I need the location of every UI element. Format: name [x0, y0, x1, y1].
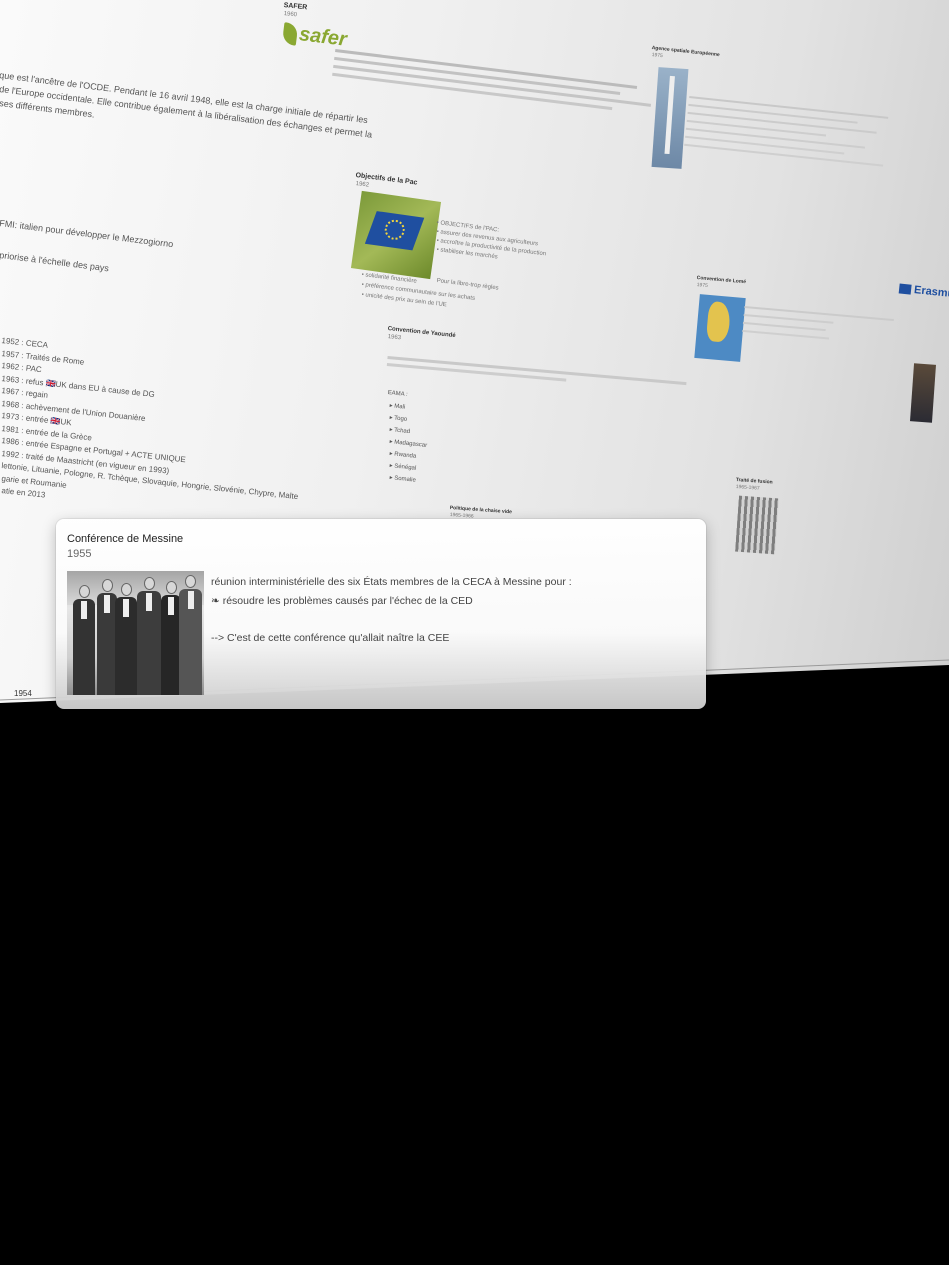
event-description: réunion interministérielle des six États…	[211, 573, 572, 648]
description-line: réunion interministérielle des six États…	[211, 576, 572, 588]
description-line	[211, 611, 572, 629]
event-year: 1955	[67, 548, 92, 560]
event-title: Conférence de Messine	[67, 533, 184, 545]
description-line: ❧ résoudre les problèmes causés par l'éc…	[211, 595, 473, 607]
event-photo[interactable]	[67, 571, 204, 695]
event-popup-card[interactable]: Conférence de Messine 1955 réunion inter…	[56, 519, 706, 709]
description-line: --> C'est de cette conférence qu'allait …	[211, 632, 450, 644]
